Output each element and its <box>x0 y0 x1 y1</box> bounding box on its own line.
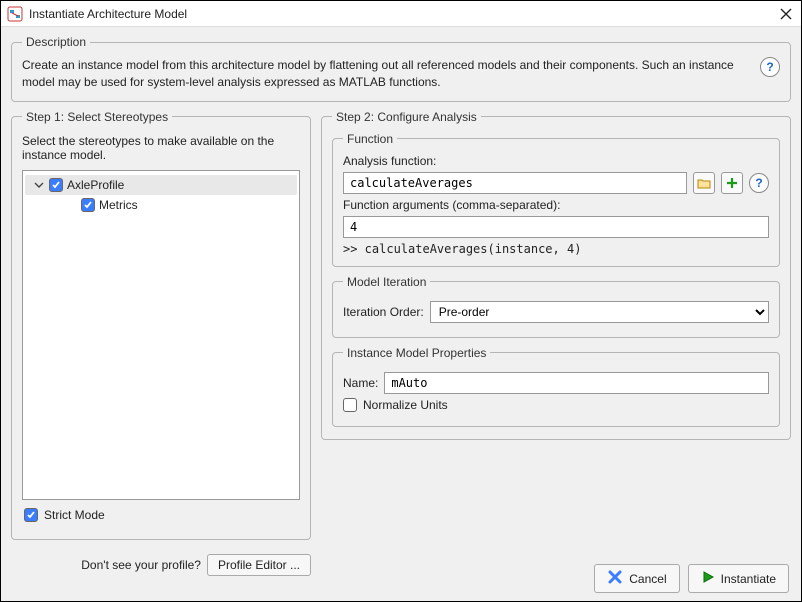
profile-editor-button[interactable]: Profile Editor ... <box>207 554 311 576</box>
titlebar: Instantiate Architecture Model <box>1 1 801 27</box>
tree-row-axleprofile[interactable]: AxleProfile <box>25 175 297 195</box>
tree-row-metrics[interactable]: Metrics <box>25 195 297 215</box>
cancel-button[interactable]: Cancel <box>594 564 679 593</box>
iteration-order-label: Iteration Order: <box>343 305 424 319</box>
step1-legend: Step 1: Select Stereotypes <box>22 110 172 124</box>
step1-group: Step 1: Select Stereotypes Select the st… <box>11 110 311 540</box>
tree-label-axleprofile: AxleProfile <box>67 178 124 192</box>
normalize-units-row[interactable]: Normalize Units <box>343 398 769 412</box>
analysis-function-label: Analysis function: <box>343 154 769 168</box>
checkbox-normalize-units[interactable] <box>343 398 357 412</box>
browse-button[interactable] <box>693 172 715 194</box>
stereotype-tree[interactable]: AxleProfile Metrics <box>22 170 300 500</box>
chevron-down-icon[interactable] <box>33 179 45 191</box>
add-button[interactable] <box>721 172 743 194</box>
step2-group: Step 2: Configure Analysis Function Anal… <box>321 110 791 440</box>
analysis-function-input[interactable] <box>343 172 687 194</box>
window-title: Instantiate Architecture Model <box>29 7 777 21</box>
close-icon[interactable] <box>777 5 795 23</box>
function-args-input[interactable] <box>343 216 769 238</box>
strict-mode-label: Strict Mode <box>44 508 105 522</box>
checkbox-axleprofile[interactable] <box>49 178 63 192</box>
step2-legend: Step 2: Configure Analysis <box>332 110 481 124</box>
instance-name-label: Name: <box>343 376 378 390</box>
strict-mode-row[interactable]: Strict Mode <box>22 506 300 524</box>
step1-instructions: Select the stereotypes to make available… <box>22 134 300 162</box>
instance-properties-legend: Instance Model Properties <box>343 346 490 360</box>
help-icon[interactable]: ? <box>760 57 780 77</box>
profile-prompt: Don't see your profile? <box>81 558 201 572</box>
iteration-order-select[interactable]: Pre-order <box>430 301 769 323</box>
play-icon <box>701 570 715 587</box>
instance-name-input[interactable] <box>384 372 769 394</box>
checkbox-metrics[interactable] <box>81 198 95 212</box>
checkbox-strict-mode[interactable] <box>24 508 38 522</box>
cancel-label: Cancel <box>629 572 666 586</box>
instance-properties-group: Instance Model Properties Name: Normaliz… <box>332 346 780 427</box>
iteration-legend: Model Iteration <box>343 275 430 289</box>
tree-label-metrics: Metrics <box>99 198 138 212</box>
description-text: Create an instance model from this archi… <box>22 57 752 91</box>
function-preview: >> calculateAverages(instance, 4) <box>343 242 769 256</box>
function-group: Function Analysis function: ? Function a… <box>332 132 780 267</box>
function-help-icon[interactable]: ? <box>749 173 769 193</box>
description-legend: Description <box>22 35 90 49</box>
app-icon <box>7 6 23 22</box>
function-args-label: Function arguments (comma-separated): <box>343 198 769 212</box>
instantiate-label: Instantiate <box>721 572 776 586</box>
normalize-units-label: Normalize Units <box>363 398 448 412</box>
model-iteration-group: Model Iteration Iteration Order: Pre-ord… <box>332 275 780 338</box>
description-group: Description Create an instance model fro… <box>11 35 791 102</box>
instantiate-button[interactable]: Instantiate <box>688 564 789 593</box>
cancel-icon <box>607 569 623 588</box>
function-legend: Function <box>343 132 397 146</box>
